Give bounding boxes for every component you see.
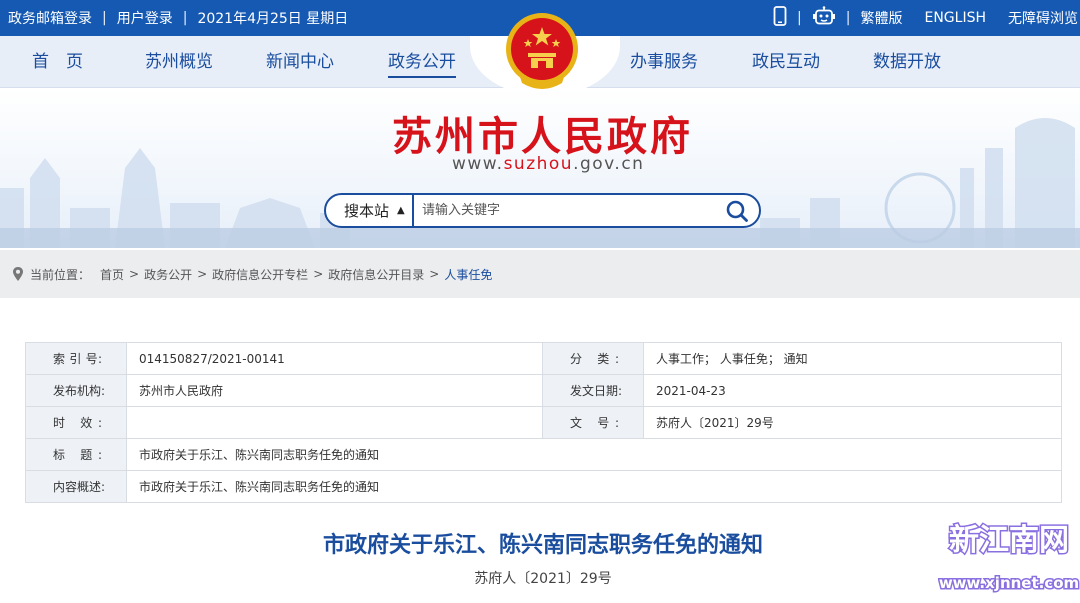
- site-url: www.suzhou.gov.cn: [452, 154, 644, 174]
- meta-title-label: 标 题:: [25, 438, 127, 471]
- search-input[interactable]: [422, 199, 722, 222]
- breadcrumb-arrow: >: [197, 267, 208, 281]
- site-url-highlight: suzhou: [503, 154, 574, 174]
- nav-item-news[interactable]: 新闻中心: [266, 36, 334, 88]
- site-url-prefix: www.: [452, 154, 504, 174]
- traditional-chinese-link[interactable]: 繁體版: [860, 8, 902, 28]
- breadcrumb: 当前位置： 首页 > 政务公开 > 政府信息公开专栏 > 政府信息公开目录 > …: [0, 250, 1080, 298]
- mobile-phone-icon[interactable]: [773, 6, 787, 30]
- meta-category-label: 分 类:: [542, 342, 644, 375]
- current-date: 2021年4月25日 星期日: [197, 11, 349, 27]
- breadcrumb-gov-affairs[interactable]: 政务公开: [144, 266, 192, 283]
- topbar-left: 政务邮箱登录 | 用户登录 | 2021年4月25日 星期日: [8, 0, 348, 36]
- meta-index-label: 索 引 号:: [25, 342, 127, 375]
- search-scope-dropdown[interactable]: 搜本站 ▲: [326, 195, 414, 226]
- meta-index-value: 014150827/2021-00141: [126, 342, 543, 375]
- watermark-logo: 新江南网 www.xjnnet.com: [938, 522, 1080, 594]
- national-emblem-icon: [506, 13, 578, 89]
- meta-title-value: 市政府关于乐江、陈兴南同志职务任免的通知: [126, 438, 1062, 471]
- meta-publisher-label: 发布机构:: [25, 374, 127, 407]
- location-pin-icon: [13, 267, 23, 281]
- nav-item-services[interactable]: 办事服务: [630, 36, 698, 88]
- site-search-bar: 搜本站 ▲: [324, 193, 761, 228]
- table-row: 索 引 号: 014150827/2021-00141 分 类: 人事工作； 人…: [25, 342, 1062, 375]
- table-row: 时 效: 文 号: 苏府人〔2021〕29号: [25, 406, 1062, 439]
- nav-item-overview[interactable]: 苏州概览: [145, 36, 213, 88]
- nav-item-gov-affairs[interactable]: 政务公开: [388, 36, 456, 88]
- meta-docno-label: 文 号:: [542, 406, 644, 439]
- meta-category-value: 人事工作； 人事任免； 通知: [643, 342, 1062, 375]
- accessible-browse-link[interactable]: 无障碍浏览: [1008, 8, 1078, 28]
- meta-validity-value: [126, 406, 543, 439]
- document-meta-table: 索 引 号: 014150827/2021-00141 分 类: 人事工作； 人…: [25, 342, 1062, 503]
- caret-up-icon: ▲: [397, 205, 405, 216]
- search-icon[interactable]: [725, 199, 749, 223]
- search-scope-label: 搜本站: [344, 202, 390, 220]
- user-login-link[interactable]: 用户登录: [117, 8, 173, 28]
- site-url-suffix: .gov.cn: [573, 154, 645, 174]
- separator: |: [182, 10, 188, 26]
- meta-date-value: 2021-04-23: [643, 374, 1062, 407]
- breadcrumb-arrow: >: [429, 267, 440, 281]
- nav-item-interaction[interactable]: 政民互动: [752, 36, 820, 88]
- breadcrumb-label: 当前位置：: [30, 267, 91, 282]
- separator: |: [102, 10, 107, 26]
- separator: |: [845, 10, 851, 26]
- table-row: 标 题: 市政府关于乐江、陈兴南同志职务任免的通知: [25, 438, 1062, 471]
- document-title: 市政府关于乐江、陈兴南同志职务任免的通知: [322, 533, 763, 558]
- watermark-name: 新江南网: [949, 523, 1069, 558]
- nav-item-home[interactable]: 首 页: [32, 36, 83, 88]
- breadcrumb-info-column[interactable]: 政府信息公开专栏: [212, 266, 308, 283]
- english-link[interactable]: ENGLISH: [924, 10, 986, 26]
- meta-validity-label: 时 效:: [25, 406, 127, 439]
- breadcrumb-info-catalog[interactable]: 政府信息公开目录: [328, 266, 424, 283]
- breadcrumb-current[interactable]: 人事任免: [444, 266, 492, 283]
- meta-summary-value: 市政府关于乐江、陈兴南同志职务任免的通知: [126, 470, 1062, 503]
- table-row: 内容概述: 市政府关于乐江、陈兴南同志职务任免的通知: [25, 470, 1062, 503]
- breadcrumb-arrow: >: [313, 267, 324, 281]
- topbar-right: | | 繁體版 ENGLISH 无障碍浏览: [773, 0, 1078, 36]
- table-row: 发布机构: 苏州市人民政府 发文日期: 2021-04-23: [25, 374, 1062, 407]
- robot-assistant-icon[interactable]: [812, 6, 836, 30]
- meta-summary-label: 内容概述:: [25, 470, 127, 503]
- watermark-url: www.xjnnet.com: [939, 574, 1079, 592]
- meta-docno-value: 苏府人〔2021〕29号: [643, 406, 1062, 439]
- nav-item-open-data[interactable]: 数据开放: [873, 36, 941, 88]
- breadcrumb-arrow: >: [129, 267, 140, 281]
- document-number: 苏府人〔2021〕29号: [474, 571, 612, 587]
- meta-publisher-value: 苏州市人民政府: [126, 374, 543, 407]
- breadcrumb-home[interactable]: 首页: [100, 266, 124, 283]
- mail-login-link[interactable]: 政务邮箱登录: [8, 8, 92, 28]
- meta-date-label: 发文日期:: [542, 374, 644, 407]
- separator: |: [797, 10, 802, 26]
